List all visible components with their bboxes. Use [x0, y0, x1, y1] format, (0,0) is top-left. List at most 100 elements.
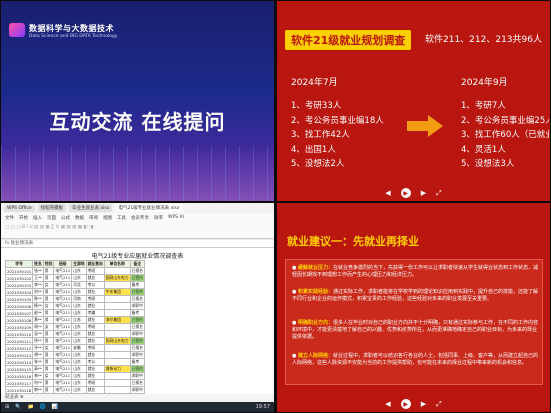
table-cell[interactable]: 已报名 [129, 295, 145, 303]
tab-graduates[interactable]: 毕业生就业表.xlsx [69, 204, 113, 212]
menu-efficiency[interactable]: 效率 [154, 215, 163, 221]
table-cell[interactable]: 就业 [85, 386, 105, 394]
table-cell[interactable]: 河北 [71, 281, 87, 289]
menu-data[interactable]: 数据 [75, 215, 84, 221]
table-cell[interactable]: 胡** [32, 351, 44, 359]
table-cell[interactable]: 2021030117 [4, 379, 34, 387]
next-slide-icon[interactable]: ▶ [421, 189, 426, 197]
table-cell[interactable]: 考研 [85, 295, 105, 303]
table-row[interactable]: 2021030107 赵** 男电气211 山东 考编 备考 [4, 309, 145, 317]
table-cell[interactable]: 山东 [71, 274, 87, 282]
table-cell[interactable]: 国网山东电力 [103, 337, 131, 345]
table-cell[interactable]: 山东 [71, 323, 87, 331]
table-cell[interactable]: 江苏 [71, 316, 87, 324]
table-cell[interactable]: 山东 [71, 302, 87, 310]
fullscreen-icon[interactable]: ⤢ [436, 189, 442, 198]
table-cell[interactable]: 吴** [32, 330, 44, 338]
table-cell[interactable]: 刘** [32, 288, 44, 296]
table-cell[interactable]: 2021030105 [4, 295, 34, 303]
table-cell[interactable]: 电气211 [53, 323, 73, 331]
column-header[interactable]: 学号 [4, 260, 34, 268]
table-cell[interactable]: 已报名 [129, 379, 145, 387]
table-cell[interactable]: 山东 [71, 330, 87, 338]
table-row[interactable]: 2021030109 周** 女电气211 山东 考研 已报名 [4, 323, 145, 331]
table-cell[interactable]: 求职中 [129, 330, 145, 338]
table-cell[interactable]: 男 [42, 295, 55, 303]
table-row[interactable]: 2021030116 林** 女电气211 山东 就业 求职中 [4, 372, 145, 380]
table-cell[interactable] [103, 386, 131, 394]
table-row[interactable]: 2021030117 何** 男电气211 山东 考研 已报名 [4, 379, 145, 387]
search-icon[interactable]: 🔍 [15, 404, 21, 410]
table-cell[interactable]: 女 [42, 372, 55, 380]
table-cell[interactable]: 2021030108 [4, 316, 34, 324]
table-cell[interactable]: 男 [42, 288, 55, 296]
table-cell[interactable]: 张** [32, 267, 44, 275]
table-cell[interactable]: 男 [42, 330, 55, 338]
table-cell[interactable]: 就业 [85, 274, 105, 282]
tab-templates[interactable]: 找稻壳模板 [37, 204, 67, 212]
table-cell[interactable]: 赵** [32, 309, 44, 317]
table-cell[interactable]: 就业 [85, 372, 105, 380]
table-cell[interactable]: 已签约 [129, 337, 145, 345]
table-cell[interactable] [103, 379, 131, 387]
column-header[interactable]: 姓名 [32, 260, 44, 268]
table-cell[interactable]: 2021030114 [4, 358, 34, 366]
table-row[interactable]: 2021030105 陈** 男电气211 河南 考研 已报名 [4, 295, 145, 303]
menu-wps-ai[interactable]: WPS AI [168, 215, 184, 221]
table-row[interactable]: 2021030118 郭** 男电气211 山东 就业 求职中 [4, 386, 145, 394]
table-cell[interactable]: 2021030106 [4, 302, 34, 310]
table-cell[interactable]: 山东 [71, 309, 87, 317]
table-cell[interactable]: 山东 [71, 372, 87, 380]
table-cell[interactable]: 求职中 [129, 302, 145, 310]
table-cell[interactable]: 男 [42, 351, 55, 359]
table-cell[interactable]: 电气211 [53, 386, 73, 394]
table-cell[interactable]: 考研 [85, 323, 105, 331]
table-row[interactable]: 2021030106 杨** 女电气211 山东 就业 求职中 [4, 302, 145, 310]
table-cell[interactable]: 杨** [32, 302, 44, 310]
table-cell[interactable]: 男 [42, 316, 55, 324]
table-cell[interactable]: 电气211 [53, 281, 73, 289]
table-cell[interactable]: 李** [32, 281, 44, 289]
table-cell[interactable]: 电气211 [53, 365, 73, 373]
folder-icon[interactable]: 📁 [27, 404, 33, 410]
table-cell[interactable]: 何** [32, 379, 44, 387]
table-cell[interactable]: 河南 [71, 295, 87, 303]
table-cell[interactable]: 女 [42, 323, 55, 331]
table-cell[interactable]: 徐** [32, 337, 44, 345]
table-cell[interactable] [103, 344, 131, 352]
table-cell[interactable]: 孙** [32, 344, 44, 352]
table-cell[interactable]: 考研 [85, 267, 105, 275]
table-cell[interactable]: 电气211 [53, 302, 73, 310]
table-cell[interactable]: 求职中 [129, 386, 145, 394]
table-cell[interactable]: 郭** [32, 386, 44, 394]
table-cell[interactable]: 求职中 [129, 372, 145, 380]
start-icon[interactable]: ⊞ [5, 404, 9, 410]
table-cell[interactable]: 山东 [71, 386, 87, 394]
fullscreen-icon[interactable]: ⤢ [436, 400, 442, 409]
table-cell[interactable]: 男 [42, 379, 55, 387]
menu-view[interactable]: 视图 [103, 215, 112, 221]
table-cell[interactable]: 2021030102 [4, 274, 34, 282]
sheet-tabs[interactable]: 就业表 ⊕ [1, 394, 274, 402]
table-cell[interactable]: 潍柴动力 [103, 365, 131, 373]
table-cell[interactable]: 电气211 [53, 344, 73, 352]
table-cell[interactable]: 已签约 [129, 316, 145, 324]
column-header[interactable]: 单位名称 [103, 260, 131, 268]
table-cell[interactable]: 山东 [71, 365, 87, 373]
table-cell[interactable]: 电气211 [53, 309, 73, 317]
table-cell[interactable]: 就业 [85, 316, 105, 324]
tab-employment-sheet[interactable]: 电气21级专业就业情况表.xlsx [115, 204, 183, 212]
table-cell[interactable]: 已签约 [129, 274, 145, 282]
table-cell[interactable]: 2021030104 [4, 288, 34, 296]
table-cell[interactable]: 山东 [71, 337, 87, 345]
column-header[interactable]: 生源地 [71, 260, 87, 268]
table-cell[interactable] [103, 267, 131, 275]
table-cell[interactable]: 朱** [32, 358, 44, 366]
table-cell[interactable]: 就业 [85, 330, 105, 338]
table-cell[interactable]: 电气211 [53, 358, 73, 366]
table-cell[interactable]: 山东 [71, 267, 87, 275]
menu-formula[interactable]: 公式 [61, 215, 70, 221]
formula-bar[interactable]: fx 就业情况表 [1, 240, 274, 248]
table-cell[interactable]: 2021030111 [4, 337, 34, 345]
browser-icon[interactable]: 🌐 [40, 404, 46, 410]
